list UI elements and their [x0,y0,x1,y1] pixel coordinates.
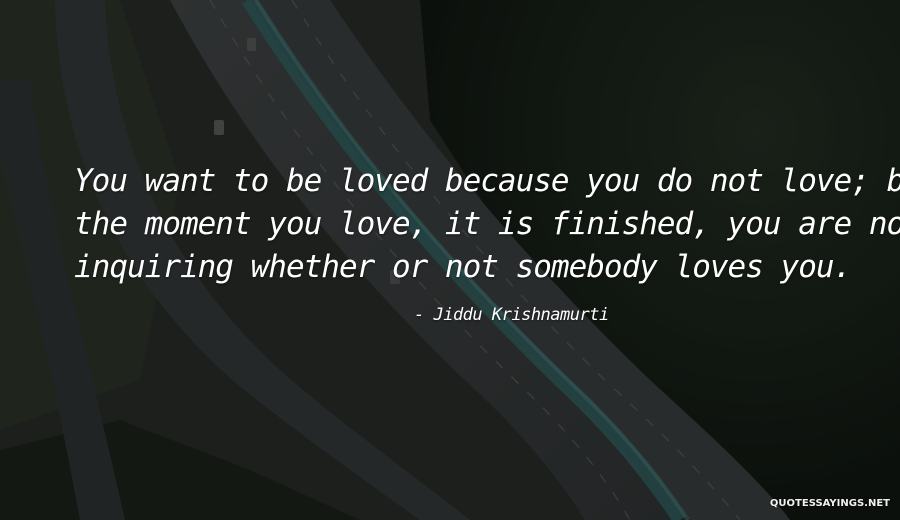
quote-line-2: the moment you love, it is finished, you… [74,206,900,242]
quote-text: You want to be loved because you do not … [74,160,900,289]
quote-image: You want to be loved because you do not … [0,0,900,520]
quote-line-1: You want to be loved because you do not … [74,163,900,199]
quote-line-3: inquiring whether or not somebody loves … [74,249,852,285]
quote-author: - Jiddu Krishnamurti [414,305,609,325]
site-watermark: QUOTESSAYINGS.NET [769,498,890,509]
